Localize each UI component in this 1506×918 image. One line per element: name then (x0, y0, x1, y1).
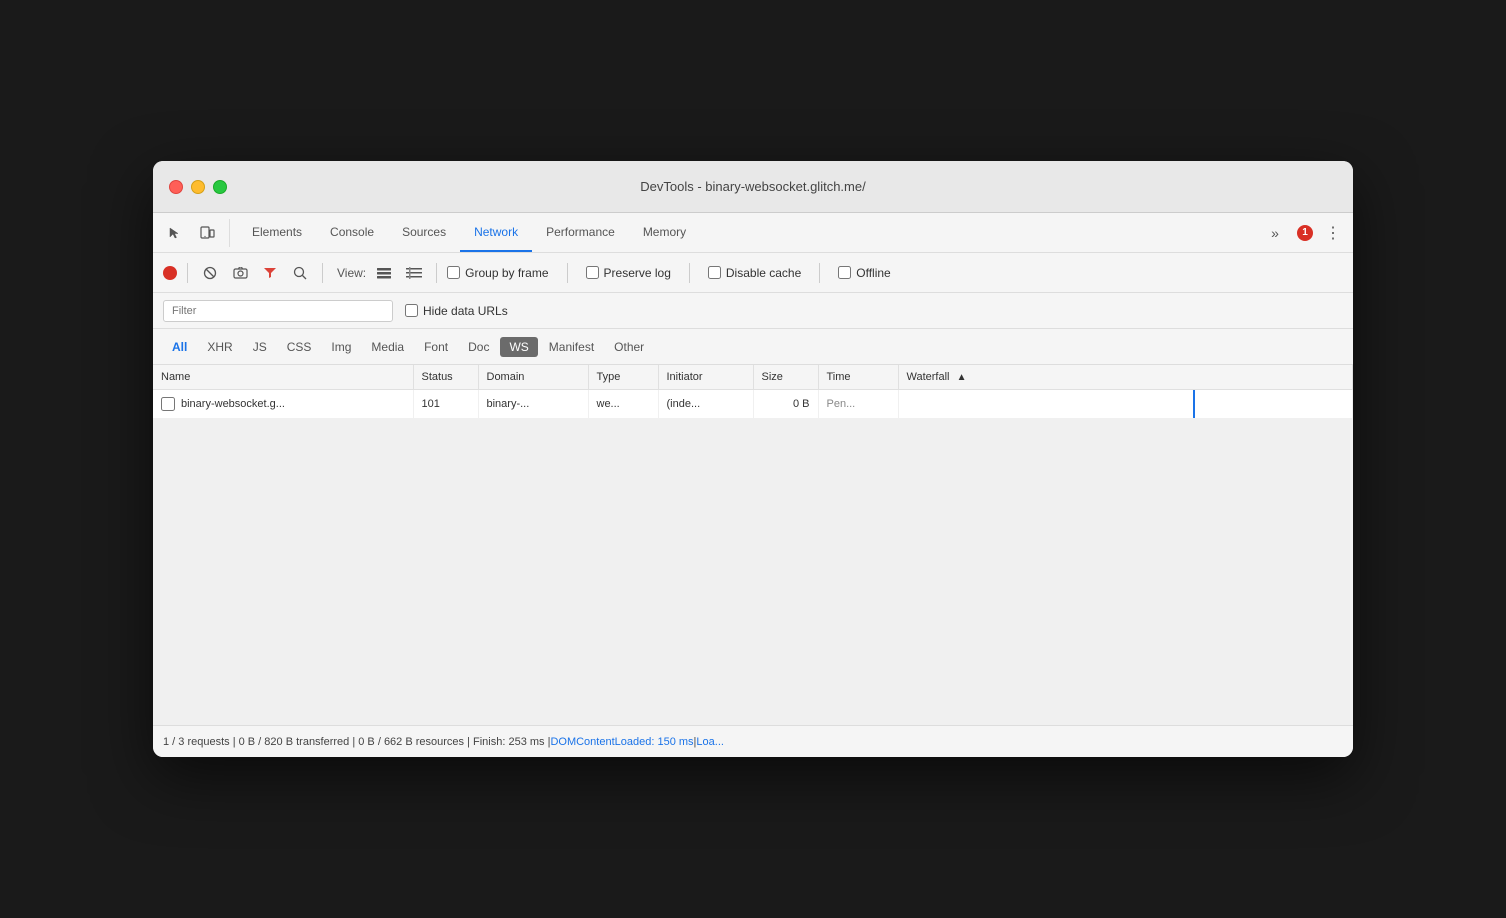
tab-bar: Elements Console Sources Network Perform… (153, 213, 1353, 253)
capture-screenshot-button[interactable] (228, 261, 252, 285)
tab-sources[interactable]: Sources (388, 213, 460, 252)
tab-network[interactable]: Network (460, 213, 532, 252)
col-header-name[interactable]: Name (153, 365, 413, 390)
status-bar: 1 / 3 requests | 0 B / 820 B transferred… (153, 725, 1353, 757)
error-count: 1 (1297, 225, 1313, 241)
cell-domain: binary-... (478, 390, 588, 419)
col-header-waterfall[interactable]: Waterfall ▲ (898, 365, 1353, 390)
tabs-list: Elements Console Sources Network Perform… (238, 213, 1261, 252)
type-tab-xhr[interactable]: XHR (198, 337, 241, 357)
col-header-size[interactable]: Size (753, 365, 818, 390)
cell-size: 0 B (753, 390, 818, 419)
type-tab-doc[interactable]: Doc (459, 337, 498, 357)
type-tab-all[interactable]: All (163, 337, 196, 357)
devtools-window: DevTools - binary-websocket.glitch.me/ E… (153, 161, 1353, 757)
col-header-domain[interactable]: Domain (478, 365, 588, 390)
load-link[interactable]: Loa... (696, 736, 724, 748)
cell-status: 101 (413, 390, 478, 419)
traffic-lights (169, 180, 227, 194)
window-title: DevTools - binary-websocket.glitch.me/ (640, 179, 865, 194)
col-header-initiator[interactable]: Initiator (658, 365, 753, 390)
cursor-icon[interactable] (161, 219, 189, 247)
view-compact-icon[interactable] (402, 261, 426, 285)
dom-content-loaded-link[interactable]: DOMContentLoaded: 150 ms (550, 736, 693, 748)
network-table: Name Status Domain Type Initiator Size T… (153, 365, 1353, 419)
error-badge[interactable]: 1 (1297, 225, 1313, 241)
network-table-container: Name Status Domain Type Initiator Size T… (153, 365, 1353, 725)
type-tab-img[interactable]: Img (322, 337, 360, 357)
view-label: View: (337, 266, 366, 280)
col-header-time[interactable]: Time (818, 365, 898, 390)
row-checkbox[interactable] (161, 397, 175, 411)
col-header-type[interactable]: Type (588, 365, 658, 390)
tab-performance[interactable]: Performance (532, 213, 629, 252)
table-header-row: Name Status Domain Type Initiator Size T… (153, 365, 1353, 390)
type-filter-bar: All XHR JS CSS Img Media Font Doc WS Man… (153, 329, 1353, 365)
table-row[interactable]: binary-websocket.g... 101 binary-... we.… (153, 390, 1353, 419)
divider-1 (187, 263, 188, 283)
network-toolbar: View: Group by frame (153, 253, 1353, 293)
cell-waterfall (898, 390, 1353, 419)
divider-4 (567, 263, 568, 283)
type-tab-ws[interactable]: WS (500, 337, 537, 357)
divider-5 (689, 263, 690, 283)
toolbar-icons (161, 219, 230, 247)
divider-2 (322, 263, 323, 283)
tab-memory[interactable]: Memory (629, 213, 700, 252)
cell-time: Pen... (818, 390, 898, 419)
disable-cache-checkbox[interactable]: Disable cache (708, 266, 801, 280)
type-tab-other[interactable]: Other (605, 337, 653, 357)
cell-name: binary-websocket.g... (153, 390, 413, 419)
device-icon[interactable] (193, 219, 221, 247)
type-tab-manifest[interactable]: Manifest (540, 337, 603, 357)
type-tab-media[interactable]: Media (362, 337, 413, 357)
type-tab-js[interactable]: JS (244, 337, 276, 357)
kebab-menu-button[interactable]: ⋮ (1321, 219, 1345, 247)
more-tabs-button[interactable]: » (1261, 219, 1289, 247)
col-header-status[interactable]: Status (413, 365, 478, 390)
tab-elements[interactable]: Elements (238, 213, 316, 252)
title-bar: DevTools - binary-websocket.glitch.me/ (153, 161, 1353, 213)
group-by-frame-checkbox[interactable]: Group by frame (447, 266, 548, 280)
view-list-icon[interactable] (372, 261, 396, 285)
tab-bar-right: » 1 ⋮ (1261, 219, 1345, 247)
filter-input[interactable] (163, 300, 393, 322)
offline-checkbox[interactable]: Offline (838, 266, 890, 280)
checkbox-group: Group by frame Preserve log Disable cach… (447, 263, 891, 283)
type-tab-css[interactable]: CSS (278, 337, 321, 357)
minimize-button[interactable] (191, 180, 205, 194)
sort-asc-icon: ▲ (957, 372, 967, 383)
type-tab-font[interactable]: Font (415, 337, 457, 357)
cell-initiator: (inde... (658, 390, 753, 419)
filter-icon[interactable] (258, 261, 282, 285)
divider-3 (436, 263, 437, 283)
record-button[interactable] (163, 266, 177, 280)
preserve-log-checkbox[interactable]: Preserve log (586, 266, 671, 280)
divider-6 (819, 263, 820, 283)
close-button[interactable] (169, 180, 183, 194)
tab-console[interactable]: Console (316, 213, 388, 252)
hide-data-urls-checkbox[interactable]: Hide data URLs (405, 304, 508, 318)
status-text: 1 / 3 requests | 0 B / 820 B transferred… (163, 736, 550, 748)
filter-bar: Hide data URLs (153, 293, 1353, 329)
search-button[interactable] (288, 261, 312, 285)
cell-type: we... (588, 390, 658, 419)
clear-button[interactable] (198, 261, 222, 285)
maximize-button[interactable] (213, 180, 227, 194)
